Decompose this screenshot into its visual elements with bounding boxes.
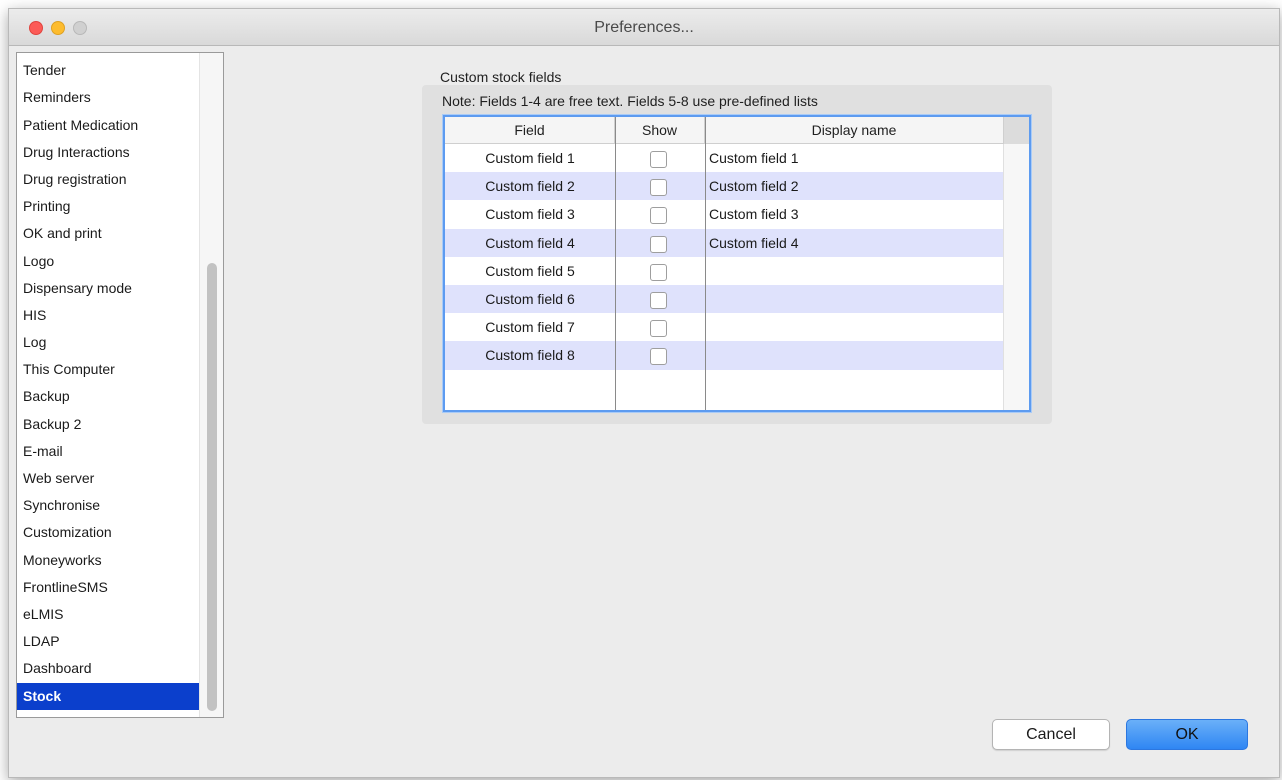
sidebar-item-ldap[interactable]: LDAP xyxy=(17,628,200,655)
display-name-cell[interactable]: Custom field 3 xyxy=(705,200,1003,228)
sidebar-item-web-server[interactable]: Web server xyxy=(17,465,200,492)
table-row[interactable]: Custom field 7 xyxy=(445,313,1003,341)
custom-fields-table[interactable]: Field Show Display name Custom field 1 Cu… xyxy=(443,115,1031,412)
sidebar-item-stock[interactable]: Stock xyxy=(17,682,200,710)
table-row[interactable]: Custom field 8 xyxy=(445,341,1003,370)
show-checkbox[interactable] xyxy=(650,263,667,281)
custom-stock-fields-label: Custom stock fields xyxy=(440,69,562,85)
sidebar-item-logo[interactable]: Logo xyxy=(17,248,200,275)
table-row[interactable]: Custom field 4 Custom field 4 xyxy=(445,228,1003,257)
display-name-cell[interactable]: Custom field 1 xyxy=(705,144,1003,172)
title-bar[interactable]: Preferences... xyxy=(9,9,1279,46)
show-checkbox[interactable] xyxy=(650,151,667,168)
column-header-show[interactable]: Show xyxy=(615,117,705,144)
column-header-display-name[interactable]: Display name xyxy=(705,117,1003,144)
sidebar-item-synchronise[interactable]: Synchronise xyxy=(17,492,200,519)
sidebar-item-patient-medication[interactable]: Patient Medication xyxy=(17,112,200,139)
sidebar-item-log[interactable]: Log xyxy=(17,329,200,356)
custom-fields-note: Note: Fields 1-4 are free text. Fields 5… xyxy=(442,93,818,109)
sidebar-item-dispensary-mode[interactable]: Dispensary mode xyxy=(17,275,200,302)
table-row[interactable]: Custom field 2 Custom field 2 xyxy=(445,172,1003,201)
sidebar-item-this-computer[interactable]: This Computer xyxy=(17,356,200,383)
custom-stock-fields-group: Note: Fields 1-4 are free text. Fields 5… xyxy=(422,85,1052,424)
sidebar-item-backup[interactable]: Backup xyxy=(17,383,200,410)
table-row[interactable]: Custom field 1 Custom field 1 xyxy=(445,144,1003,172)
field-cell: Custom field 3 xyxy=(485,206,575,223)
table-row[interactable]: Custom field 3 Custom field 3 xyxy=(445,200,1003,228)
sidebar-item-customization[interactable]: Customization xyxy=(17,519,200,546)
sidebar-scrollbar[interactable] xyxy=(199,53,223,717)
ok-button[interactable]: OK xyxy=(1126,719,1248,750)
show-cell xyxy=(615,285,705,313)
show-cell xyxy=(615,341,705,369)
table-body: Custom field 1 Custom field 1 Custom field… xyxy=(445,144,1003,398)
show-checkbox[interactable] xyxy=(650,348,667,366)
sidebar-item-elmis[interactable]: eLMIS xyxy=(17,601,200,628)
show-cell xyxy=(615,200,705,228)
display-name-cell[interactable] xyxy=(705,285,1003,313)
display-name-cell[interactable] xyxy=(705,341,1003,369)
table-row[interactable]: Custom field 6 xyxy=(445,284,1003,314)
sidebar-item-reminders[interactable]: Reminders xyxy=(17,84,200,111)
show-checkbox[interactable] xyxy=(650,235,667,253)
sidebar-scroll-thumb[interactable] xyxy=(207,263,217,711)
cancel-button[interactable]: Cancel xyxy=(992,719,1110,750)
field-cell: Custom field 6 xyxy=(485,290,575,307)
field-cell: Custom field 7 xyxy=(485,319,575,336)
show-cell xyxy=(615,229,705,257)
preferences-sidebar: NamesTenderRemindersPatient MedicationDr… xyxy=(16,52,224,718)
window-title: Preferences... xyxy=(594,19,694,36)
table-scrollbar[interactable] xyxy=(1003,144,1029,410)
column-header-field[interactable]: Field xyxy=(445,117,615,144)
show-cell xyxy=(615,313,705,341)
show-cell xyxy=(615,172,705,200)
column-divider xyxy=(705,117,706,410)
sidebar-list: NamesTenderRemindersPatient MedicationDr… xyxy=(17,53,200,710)
field-cell: Custom field 5 xyxy=(485,262,575,279)
sidebar-item-e-mail[interactable]: E-mail xyxy=(17,438,200,465)
column-divider xyxy=(615,117,616,410)
display-name-cell[interactable]: Custom field 4 xyxy=(705,229,1003,257)
sidebar-item-dashboard[interactable]: Dashboard xyxy=(17,655,200,682)
sidebar-item-ok-and-print[interactable]: OK and print xyxy=(17,220,200,247)
table-header-corner xyxy=(1003,117,1029,144)
show-cell xyxy=(615,144,705,172)
show-checkbox[interactable] xyxy=(650,207,667,225)
display-name-cell[interactable]: Custom field 2 xyxy=(705,172,1003,200)
sidebar-item-his[interactable]: HIS xyxy=(17,302,200,329)
display-name-cell[interactable] xyxy=(705,313,1003,341)
sidebar-item-printing[interactable]: Printing xyxy=(17,193,200,220)
sidebar-item-drug-interactions[interactable]: Drug Interactions xyxy=(17,139,200,166)
show-checkbox[interactable] xyxy=(650,320,667,338)
field-cell: Custom field 4 xyxy=(485,234,575,251)
sidebar-item-backup-2[interactable]: Backup 2 xyxy=(17,411,200,438)
table-header: Field Show Display name xyxy=(445,117,1029,144)
show-checkbox[interactable] xyxy=(650,179,667,197)
table-row[interactable]: Custom field 5 xyxy=(445,257,1003,285)
field-cell: Custom field 2 xyxy=(485,178,575,195)
display-name-cell[interactable] xyxy=(705,257,1003,285)
sidebar-item-moneyworks[interactable]: Moneyworks xyxy=(17,547,200,574)
show-cell xyxy=(615,257,705,285)
field-cell: Custom field 8 xyxy=(485,347,575,364)
field-cell: Custom field 1 xyxy=(485,150,575,166)
table-row-empty xyxy=(445,370,1003,398)
sidebar-item-drug-registration[interactable]: Drug registration xyxy=(17,166,200,193)
sidebar-item-frontlinesms[interactable]: FrontlineSMS xyxy=(17,574,200,601)
sidebar-item-tender[interactable]: Tender xyxy=(17,57,200,84)
show-checkbox[interactable] xyxy=(650,291,667,309)
